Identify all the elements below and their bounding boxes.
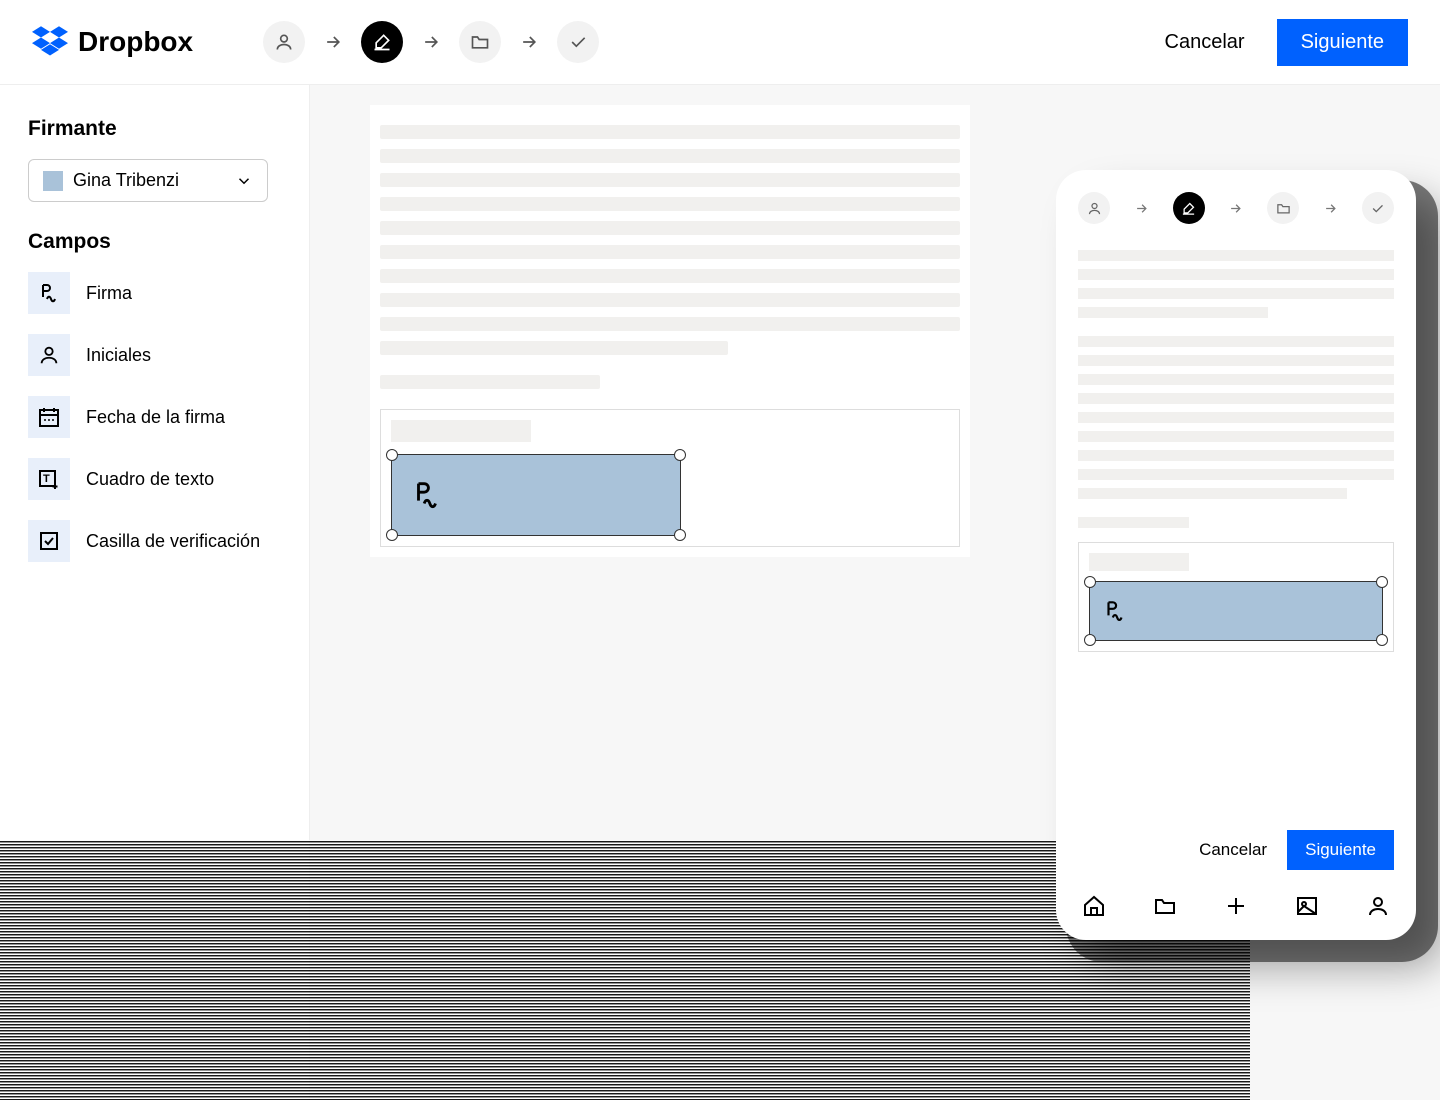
field-date[interactable]: Fecha de la firma <box>28 396 281 438</box>
placeholder-line <box>1078 307 1268 318</box>
placeholder-line <box>1078 393 1394 404</box>
placeholder-line <box>380 269 960 283</box>
signature-icon <box>1102 598 1128 624</box>
step-sign[interactable] <box>1173 192 1205 224</box>
placeholder-line <box>1078 288 1394 299</box>
resize-handle[interactable] <box>674 529 686 541</box>
mobile-document <box>1078 242 1394 652</box>
chevron-down-icon <box>235 172 253 190</box>
placeholder-line <box>1078 450 1394 461</box>
textbox-icon: T <box>37 467 61 491</box>
header-actions: Cancelar Siguiente <box>1165 19 1408 66</box>
placeholder-line <box>1078 517 1189 528</box>
person-icon[interactable] <box>1366 894 1390 918</box>
next-button[interactable]: Siguiente <box>1277 19 1408 66</box>
person-icon <box>38 344 60 366</box>
placeholder-label <box>1089 553 1189 571</box>
placeholder-line <box>380 197 960 211</box>
arrow-icon <box>323 32 343 52</box>
signer-heading: Firmante <box>28 117 281 141</box>
placeholder-line <box>1078 412 1394 423</box>
resize-handle[interactable] <box>1084 576 1096 588</box>
step-done[interactable] <box>1362 192 1394 224</box>
placeholder-line <box>380 125 960 139</box>
resize-handle[interactable] <box>1084 634 1096 646</box>
step-folder[interactable] <box>459 21 501 63</box>
placeholder-line <box>1078 355 1394 366</box>
placeholder-line <box>380 341 728 355</box>
placeholder-line <box>380 221 960 235</box>
field-checkbox[interactable]: Casilla de verificación <box>28 520 281 562</box>
placeholder-line <box>1078 469 1394 480</box>
mobile-nav-bar <box>1078 888 1394 918</box>
placeholder-line <box>380 375 600 389</box>
field-signature[interactable]: Firma <box>28 272 281 314</box>
arrow-icon <box>519 32 539 52</box>
arrow-icon <box>1323 201 1338 216</box>
placeholder-line <box>380 149 960 163</box>
signature-box-container <box>1078 542 1394 652</box>
signer-name: Gina Tribenzi <box>73 170 179 191</box>
placeholder-line <box>1078 269 1394 280</box>
field-list: Firma Iniciales Fecha de la firma T Cuad… <box>28 272 281 562</box>
placeholder-line <box>1078 250 1394 261</box>
home-icon[interactable] <box>1082 894 1106 918</box>
resize-handle[interactable] <box>1376 634 1388 646</box>
field-label: Firma <box>86 283 132 304</box>
placeholder-line <box>1078 431 1394 442</box>
resize-handle[interactable] <box>674 449 686 461</box>
cancel-button[interactable]: Cancelar <box>1165 31 1245 54</box>
field-label: Iniciales <box>86 345 151 366</box>
step-signer[interactable] <box>1078 192 1110 224</box>
field-initials[interactable]: Iniciales <box>28 334 281 376</box>
placeholder-label <box>391 420 531 442</box>
placeholder-line <box>380 293 960 307</box>
wizard-steps <box>263 21 599 63</box>
arrow-icon <box>1134 201 1149 216</box>
cancel-button[interactable]: Cancelar <box>1199 840 1267 860</box>
placeholder-line <box>380 317 960 331</box>
signer-color-chip <box>43 171 63 191</box>
folder-icon[interactable] <box>1153 894 1177 918</box>
field-textbox[interactable]: T Cuadro de texto <box>28 458 281 500</box>
step-signer[interactable] <box>263 21 305 63</box>
arrow-icon <box>421 32 441 52</box>
signature-icon <box>37 281 61 305</box>
fields-heading: Campos <box>28 230 281 254</box>
step-done[interactable] <box>557 21 599 63</box>
step-folder[interactable] <box>1267 192 1299 224</box>
field-label: Fecha de la firma <box>86 407 225 428</box>
resize-handle[interactable] <box>386 449 398 461</box>
svg-text:T: T <box>43 473 50 485</box>
field-label: Casilla de verificación <box>86 531 260 552</box>
date-icon <box>37 405 61 429</box>
next-button[interactable]: Siguiente <box>1287 830 1394 870</box>
placeholder-line <box>1078 336 1394 347</box>
header: Dropbox Cancelar Siguiente <box>0 0 1440 85</box>
placeholder-line <box>380 173 960 187</box>
resize-handle[interactable] <box>386 529 398 541</box>
arrow-icon <box>1228 201 1243 216</box>
dropbox-icon <box>32 26 68 58</box>
image-icon[interactable] <box>1295 894 1319 918</box>
document-preview <box>370 105 970 557</box>
step-sign[interactable] <box>361 21 403 63</box>
plus-icon[interactable] <box>1224 894 1248 918</box>
mobile-wizard-steps <box>1078 192 1394 224</box>
placeholder-line <box>1078 374 1394 385</box>
mobile-preview: Cancelar Siguiente <box>1056 170 1416 940</box>
signature-icon <box>410 478 444 512</box>
signature-field[interactable] <box>391 454 681 536</box>
signature-box-container <box>380 409 960 547</box>
signature-field[interactable] <box>1089 581 1383 641</box>
logo: Dropbox <box>32 26 193 58</box>
placeholder-line <box>380 245 960 259</box>
field-label: Cuadro de texto <box>86 469 214 490</box>
signer-select[interactable]: Gina Tribenzi <box>28 159 268 202</box>
mobile-actions: Cancelar Siguiente <box>1078 830 1394 870</box>
checkbox-icon <box>37 529 61 553</box>
placeholder-line <box>1078 488 1347 499</box>
brand-name: Dropbox <box>78 26 193 58</box>
resize-handle[interactable] <box>1376 576 1388 588</box>
